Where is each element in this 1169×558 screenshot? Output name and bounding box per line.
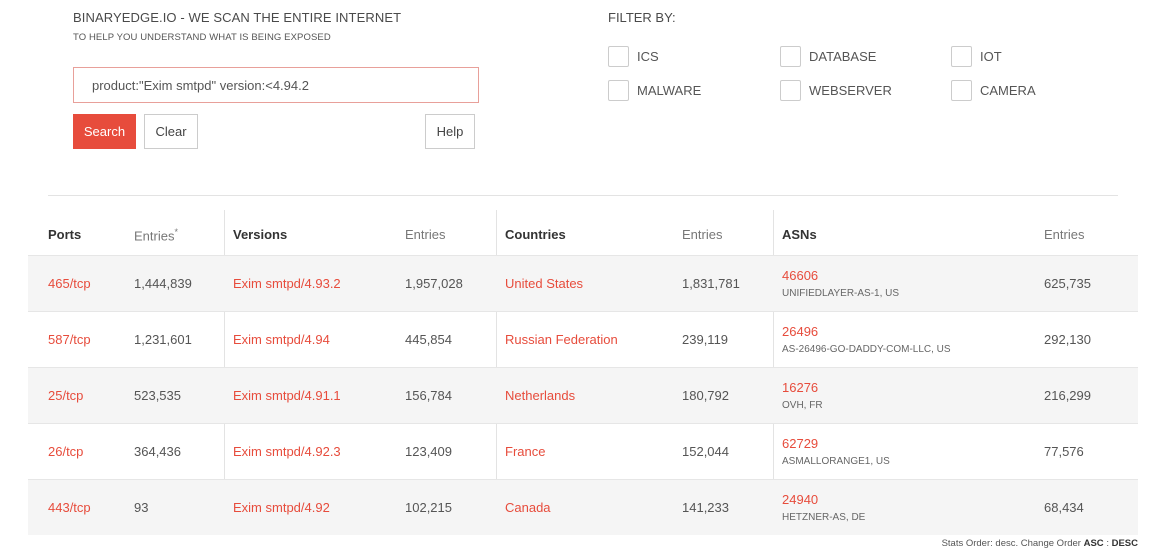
asn-entries: 68,434 (1044, 500, 1084, 515)
version-entries: 123,409 (405, 444, 452, 459)
table-header: Ports Entries* Versions Entries Countrie… (28, 210, 1138, 255)
filter-iot[interactable]: IOT (951, 46, 1002, 67)
filter-malware-label: MALWARE (637, 83, 702, 98)
order-separator: : (1106, 538, 1109, 549)
header-asns: ASNs (782, 227, 817, 242)
header-versions: Versions (233, 227, 288, 242)
country-entries: 152,044 (682, 444, 729, 459)
stats-table: Ports Entries* Versions Entries Countrie… (28, 210, 1138, 535)
filter-database-label: DATABASE (809, 49, 877, 64)
version-link[interactable]: Exim smtpd/4.92.3 (233, 444, 341, 459)
section-divider (48, 195, 1118, 196)
country-entries: 239,119 (682, 332, 729, 347)
filter-database[interactable]: DATABASE (780, 46, 876, 67)
country-entries: 180,792 (682, 388, 729, 403)
table-row: 26/tcp 364,436 Exim smtpd/4.92.3 123,409… (28, 423, 1138, 479)
asn-name: HETZNER-AS, DE (782, 512, 866, 523)
filter-camera-label: CAMERA (980, 83, 1036, 98)
asn-link[interactable]: 26496 (782, 324, 818, 339)
asn-name: OVH, FR (782, 400, 823, 411)
header-asns-entries: Entries (1044, 227, 1085, 242)
table-row: 587/tcp 1,231,601 Exim smtpd/4.94 445,85… (28, 311, 1138, 367)
country-link[interactable]: Russian Federation (505, 332, 618, 347)
asn-link[interactable]: 16276 (782, 380, 818, 395)
country-link[interactable]: Canada (505, 500, 551, 515)
asn-entries: 77,576 (1044, 444, 1084, 459)
help-button[interactable]: Help (425, 114, 475, 149)
port-link[interactable]: 587/tcp (48, 332, 91, 347)
version-entries: 1,957,028 (405, 276, 463, 291)
brand-title: BINARYEDGE.IO - WE SCAN THE ENTIRE INTER… (73, 10, 402, 25)
country-link[interactable]: United States (505, 276, 583, 291)
asn-link[interactable]: 62729 (782, 436, 818, 451)
port-entries: 93 (134, 500, 149, 515)
version-link[interactable]: Exim smtpd/4.92 (233, 500, 330, 515)
table-row: 25/tcp 523,535 Exim smtpd/4.91.1 156,784… (28, 367, 1138, 423)
table-row: 443/tcp 93 Exim smtpd/4.92 102,215 Canad… (28, 479, 1138, 535)
filter-title: FILTER BY: (608, 10, 676, 25)
filter-webserver-checkbox[interactable] (780, 80, 801, 101)
country-link[interactable]: France (505, 444, 545, 459)
port-entries: 1,231,601 (134, 332, 192, 347)
asn-name: AS-26496-GO-DADDY-COM-LLC, US (782, 344, 951, 355)
version-entries: 445,854 (405, 332, 452, 347)
asn-entries: 292,130 (1044, 332, 1091, 347)
filter-ics-checkbox[interactable] (608, 46, 629, 67)
filter-iot-label: IOT (980, 49, 1002, 64)
filter-camera[interactable]: CAMERA (951, 80, 1036, 101)
version-link[interactable]: Exim smtpd/4.94 (233, 332, 330, 347)
order-asc-link[interactable]: ASC (1084, 538, 1104, 549)
order-desc-link[interactable]: DESC (1112, 538, 1138, 549)
port-link[interactable]: 465/tcp (48, 276, 91, 291)
header-countries: Countries (505, 227, 566, 242)
port-entries: 364,436 (134, 444, 181, 459)
country-entries: 1,831,781 (682, 276, 740, 291)
table-row: 465/tcp 1,444,839 Exim smtpd/4.93.2 1,95… (28, 255, 1138, 311)
header-ports-entries-label: Entries (134, 228, 175, 244)
country-link[interactable]: Netherlands (505, 388, 575, 403)
version-link[interactable]: Exim smtpd/4.93.2 (233, 276, 341, 291)
header-ports-entries: Entries* (134, 227, 178, 243)
filter-malware-checkbox[interactable] (608, 80, 629, 101)
asn-name: ASMALLORANGE1, US (782, 456, 890, 467)
port-entries: 1,444,839 (134, 276, 192, 291)
filter-webserver[interactable]: WEBSERVER (780, 80, 892, 101)
port-link[interactable]: 443/tcp (48, 500, 91, 515)
header-versions-entries: Entries (405, 227, 446, 242)
port-entries: 523,535 (134, 388, 181, 403)
header-ports: Ports (48, 227, 82, 242)
asn-entries: 216,299 (1044, 388, 1091, 403)
filter-ics[interactable]: ICS (608, 46, 659, 67)
header-countries-entries: Entries (682, 227, 723, 242)
filter-ics-label: ICS (637, 49, 659, 64)
asn-name: UNIFIEDLAYER-AS-1, US (782, 288, 900, 299)
header-ports-entries-mark: * (174, 227, 178, 237)
filter-webserver-label: WEBSERVER (809, 83, 892, 98)
search-input[interactable] (73, 67, 479, 103)
version-link[interactable]: Exim smtpd/4.91.1 (233, 388, 341, 403)
filter-iot-checkbox[interactable] (951, 46, 972, 67)
asn-link[interactable]: 24940 (782, 492, 818, 507)
stats-order-footer: Stats Order: desc. Change Order ASC : DE… (942, 538, 1138, 549)
brand-subtitle: TO HELP YOU UNDERSTAND WHAT IS BEING EXP… (73, 32, 331, 43)
filter-camera-checkbox[interactable] (951, 80, 972, 101)
version-entries: 102,215 (405, 500, 452, 515)
stats-order-text: Stats Order: desc. Change Order (941, 538, 1081, 549)
country-entries: 141,233 (682, 500, 729, 515)
asn-entries: 625,735 (1044, 276, 1091, 291)
filter-malware[interactable]: MALWARE (608, 80, 701, 101)
filter-database-checkbox[interactable] (780, 46, 801, 67)
port-link[interactable]: 26/tcp (48, 444, 83, 459)
asn-link[interactable]: 46606 (782, 268, 818, 283)
version-entries: 156,784 (405, 388, 452, 403)
port-link[interactable]: 25/tcp (48, 388, 83, 403)
search-button[interactable]: Search (73, 114, 136, 149)
clear-button[interactable]: Clear (144, 114, 198, 149)
